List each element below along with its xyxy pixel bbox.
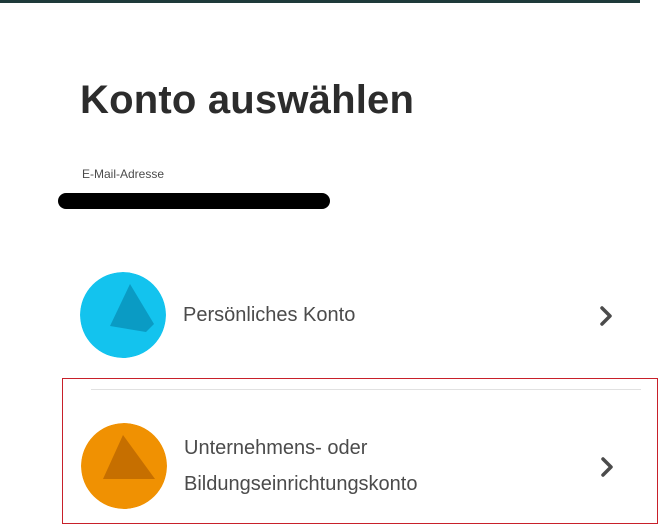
business-account-icon	[81, 423, 167, 509]
personal-account-option[interactable]: Persönliches Konto	[62, 268, 658, 368]
personal-account-icon	[80, 272, 166, 358]
email-label: E-Mail-Adresse	[82, 167, 165, 181]
page-title: Konto auswählen	[80, 78, 415, 122]
personal-account-label: Persönliches Konto	[183, 304, 356, 326]
row-divider	[91, 389, 641, 390]
chevron-right-icon	[601, 457, 613, 477]
chevron-right-icon	[600, 306, 612, 326]
account-selection-page: Konto auswählen E-Mail-Adresse Persönlic…	[0, 0, 663, 525]
business-account-option[interactable]: Unternehmens- oder Bildungseinrichtungsk…	[62, 378, 658, 524]
business-account-label: Unternehmens- oder Bildungseinrichtungsk…	[184, 437, 418, 495]
top-border	[0, 0, 640, 3]
email-redacted	[58, 193, 330, 209]
